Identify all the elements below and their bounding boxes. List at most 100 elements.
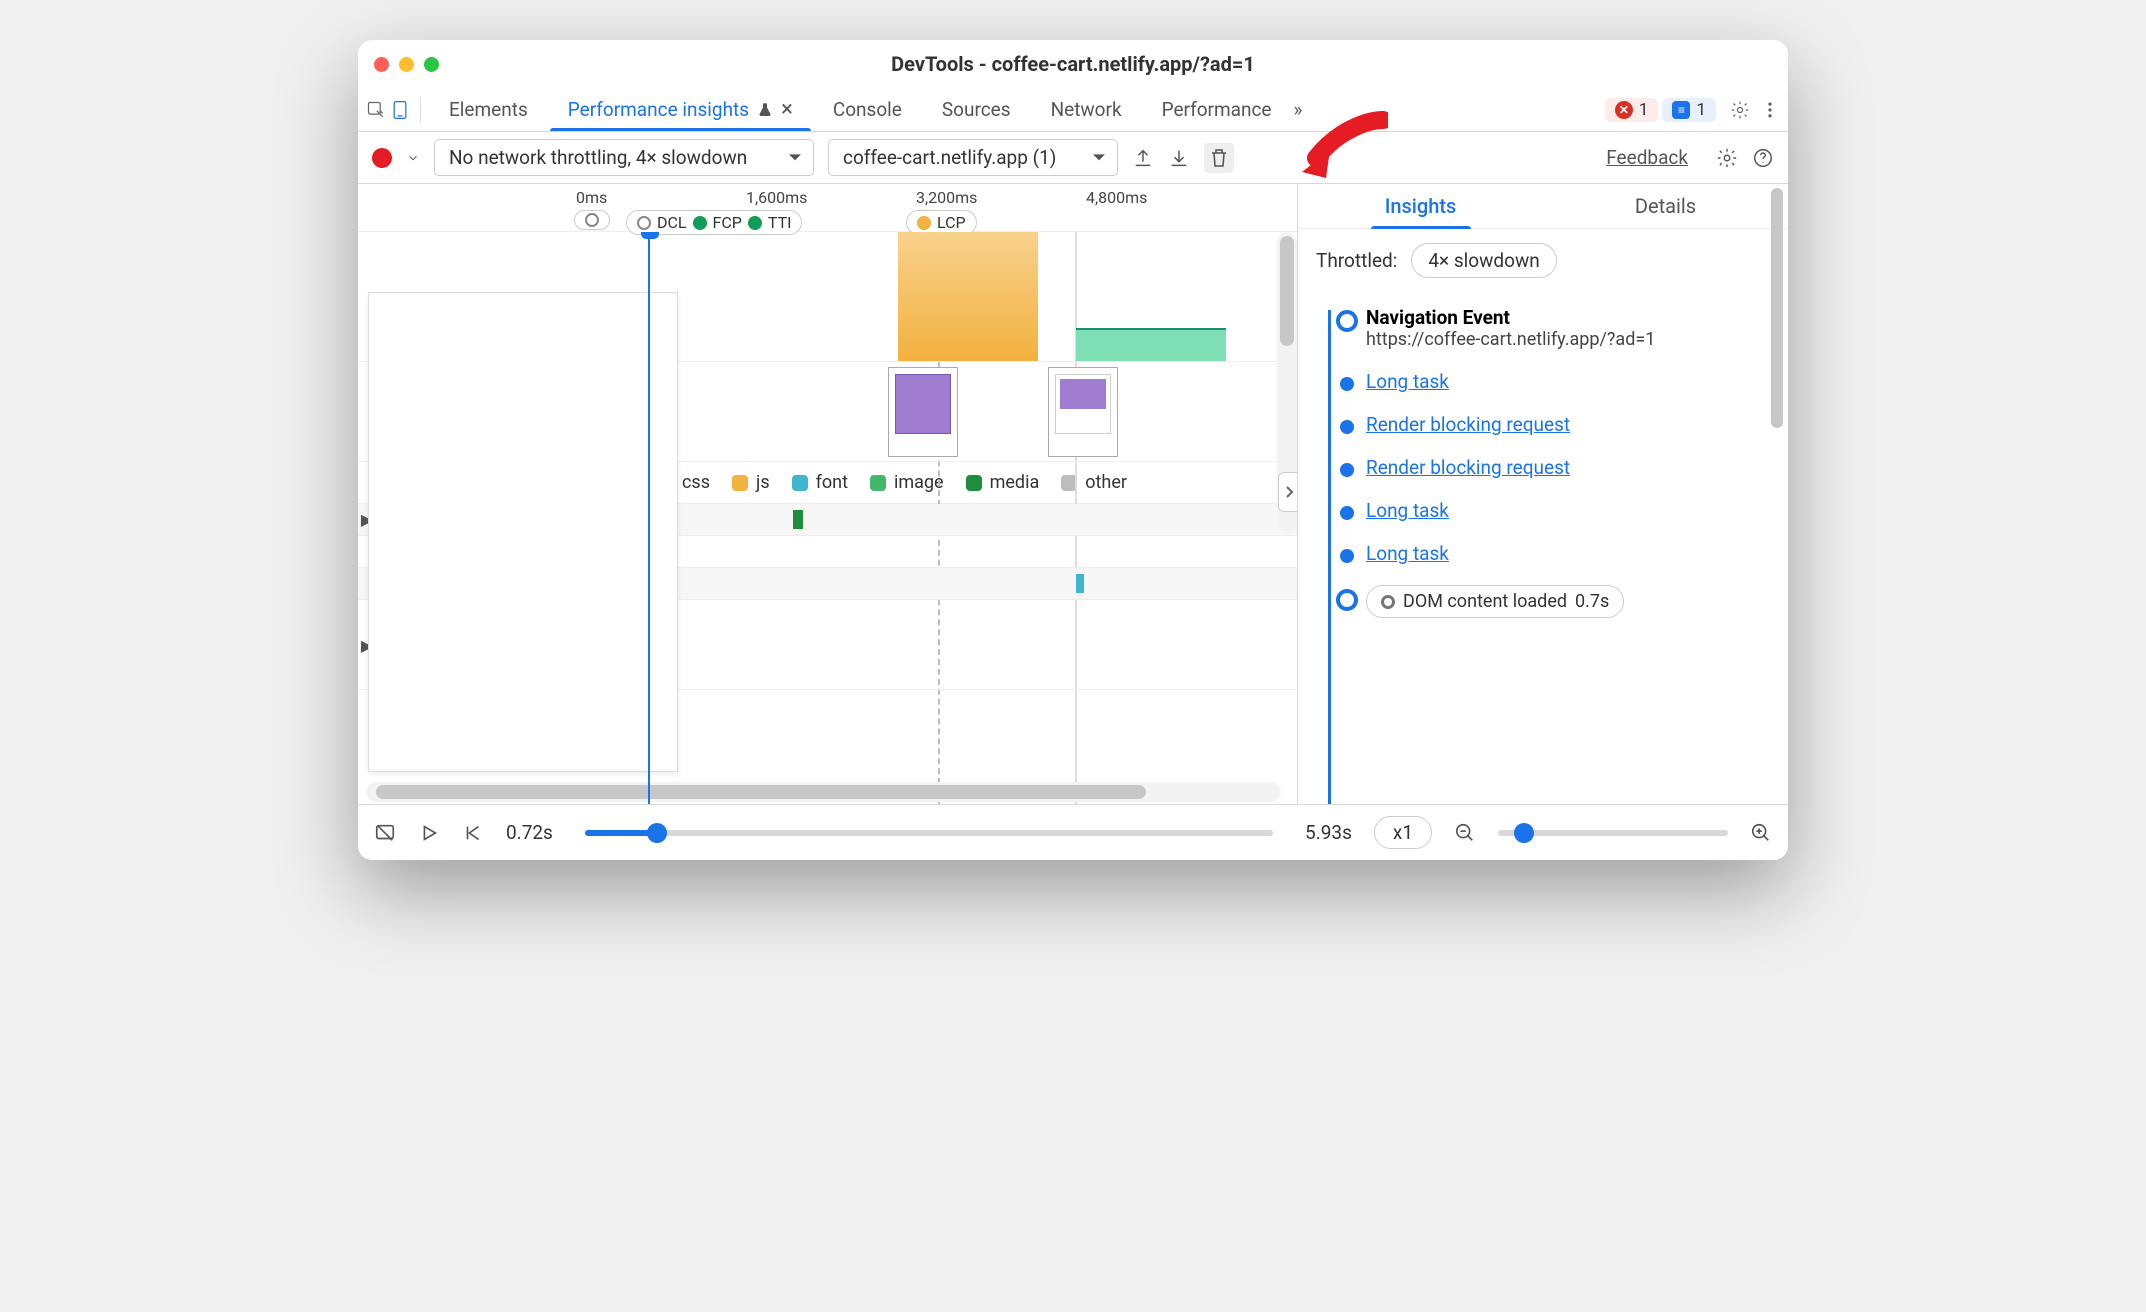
delete-icon[interactable] <box>1204 143 1234 173</box>
overview-block-orange <box>898 232 1038 361</box>
lane1-seg[interactable] <box>793 510 803 529</box>
tab-close-icon[interactable]: × <box>781 97 793 122</box>
insight-render-block-1[interactable]: Render blocking request <box>1316 403 1770 446</box>
ruler-tick-1: 1,600ms <box>746 188 807 207</box>
feedback-icon: ≡ <box>1672 101 1690 119</box>
playhead[interactable] <box>648 232 650 804</box>
zoom-slider[interactable] <box>1498 830 1728 836</box>
legend-label-js: js <box>756 472 770 493</box>
disable-screenshots-icon[interactable] <box>374 822 396 844</box>
insight-long-task-2[interactable]: Long task <box>1316 489 1770 532</box>
legend-swatch-image <box>870 475 886 491</box>
device-toggle-icon[interactable] <box>390 100 410 120</box>
tab-performance[interactable]: Performance <box>1144 90 1290 129</box>
insight-link[interactable]: Long task <box>1366 542 1449 565</box>
playhead-time: 0.72s <box>506 821 553 844</box>
help-icon[interactable] <box>1752 147 1774 169</box>
feedback-link[interactable]: Feedback <box>1606 146 1688 169</box>
seek-knob[interactable] <box>647 823 667 843</box>
marker-badge-circle[interactable] <box>574 210 610 230</box>
throttled-label: Throttled: <box>1316 249 1397 272</box>
insight-link[interactable]: Render blocking request <box>1366 456 1570 479</box>
legend-label-font: font <box>816 472 848 493</box>
marker-tti-label: TTI <box>768 213 792 232</box>
export-icon[interactable] <box>1132 147 1154 169</box>
timeline-player: 0.72s 5.93s x1 <box>358 804 1788 860</box>
insight-navigation-event[interactable]: Navigation Event https://coffee-cart.net… <box>1316 296 1770 360</box>
tab-network[interactable]: Network <box>1033 90 1140 129</box>
nav-event-title: Navigation Event <box>1366 306 1770 329</box>
insights-timeline: Navigation Event https://coffee-cart.net… <box>1298 292 1788 804</box>
tab-sources[interactable]: Sources <box>924 90 1029 129</box>
window-minimize-button[interactable] <box>399 57 414 72</box>
timeline-dot-icon <box>1340 506 1354 520</box>
marker-lcp-label: LCP <box>937 213 966 232</box>
zoom-in-icon[interactable] <box>1750 822 1772 844</box>
throttled-value[interactable]: 4× slowdown <box>1411 243 1556 278</box>
insight-link[interactable]: Long task <box>1366 499 1449 522</box>
feedback-badge[interactable]: ≡ 1 <box>1662 98 1716 122</box>
feedback-count: 1 <box>1696 100 1706 120</box>
tab-performance-insights[interactable]: Performance insights × <box>550 89 811 130</box>
ruler-tick-0: 0ms <box>576 188 607 207</box>
error-badge[interactable]: ✕ 1 <box>1605 98 1659 122</box>
marker-tti-dot-icon <box>748 216 762 230</box>
inspect-element-icon[interactable] <box>366 100 386 120</box>
throttling-select[interactable]: No network throttling, 4× slowdown <box>434 139 814 176</box>
zoom-knob[interactable] <box>1514 823 1534 843</box>
insight-long-task-3[interactable]: Long task <box>1316 532 1770 575</box>
timeline-dot-icon <box>1340 420 1354 434</box>
lane3-seg[interactable] <box>1076 574 1084 593</box>
tab-elements[interactable]: Elements <box>431 90 546 129</box>
kebab-menu-icon[interactable] <box>1760 100 1780 120</box>
dcl-ring-icon <box>1381 595 1395 609</box>
hover-preview-card <box>368 292 678 772</box>
marker-lcp-dot-icon <box>917 216 931 230</box>
timeline-hscroll[interactable] <box>366 782 1281 802</box>
record-options-chevron-icon[interactable] <box>406 147 420 169</box>
timeline-dot-icon <box>1340 549 1354 563</box>
timeline-ruler[interactable]: 0ms 1,600ms 3,200ms 4,800ms DCL FCP TTI <box>358 184 1297 232</box>
insight-dcl[interactable]: DOM content loaded 0.7s <box>1316 575 1770 628</box>
settings-gear-icon[interactable] <box>1730 100 1750 120</box>
filmstrip-thumb-1[interactable] <box>888 367 958 457</box>
error-count: 1 <box>1639 100 1649 120</box>
marker-fcp-label: FCP <box>713 213 742 232</box>
insight-link[interactable]: Render blocking request <box>1366 413 1570 436</box>
playback-speed[interactable]: x1 <box>1374 816 1432 849</box>
recording-select[interactable]: coffee-cart.netlify.app (1) <box>828 139 1118 176</box>
throttling-select-value: No network throttling, 4× slowdown <box>449 146 747 169</box>
zoom-out-icon[interactable] <box>1454 822 1476 844</box>
dcl-chip-time: 0.7s <box>1575 591 1609 612</box>
timeline-node-icon <box>1336 310 1358 332</box>
more-tabs-icon[interactable]: » <box>1294 98 1303 121</box>
dcl-chip-label: DOM content loaded <box>1403 591 1567 612</box>
insight-long-task-1[interactable]: Long task <box>1316 360 1770 403</box>
rewind-icon[interactable] <box>462 822 484 844</box>
panel-body: 0ms 1,600ms 3,200ms 4,800ms DCL FCP TTI <box>358 184 1788 804</box>
play-icon[interactable] <box>418 822 440 844</box>
insight-render-block-2[interactable]: Render blocking request <box>1316 446 1770 489</box>
import-icon[interactable] <box>1168 147 1190 169</box>
tab-details[interactable]: Details <box>1543 184 1788 228</box>
record-button[interactable] <box>372 148 392 168</box>
tab-insights[interactable]: Insights <box>1298 184 1543 228</box>
panel-collapse-handle[interactable] <box>1278 472 1297 512</box>
filmstrip-thumb-2[interactable] <box>1048 367 1118 457</box>
insights-panel: Insights Details Throttled: 4× slowdown … <box>1298 184 1788 804</box>
timeline-tracks[interactable]: css js font image media other ▶ ▶ <box>358 232 1297 804</box>
panel-settings-gear-icon[interactable] <box>1716 147 1738 169</box>
tab-console[interactable]: Console <box>815 90 920 129</box>
recording-select-value: coffee-cart.netlify.app (1) <box>843 146 1056 169</box>
insights-vscroll[interactable] <box>1768 184 1786 804</box>
timeline-dot-icon <box>1340 377 1354 391</box>
dcl-chip[interactable]: DOM content loaded 0.7s <box>1366 585 1624 618</box>
window-zoom-button[interactable] <box>424 57 439 72</box>
legend-label-image: image <box>894 472 944 493</box>
marker-ring-icon <box>637 216 651 230</box>
insight-link[interactable]: Long task <box>1366 370 1449 393</box>
seek-slider[interactable] <box>585 830 1273 836</box>
window-close-button[interactable] <box>374 57 389 72</box>
legend-swatch-js <box>732 475 748 491</box>
chevron-right-icon <box>1284 485 1294 499</box>
